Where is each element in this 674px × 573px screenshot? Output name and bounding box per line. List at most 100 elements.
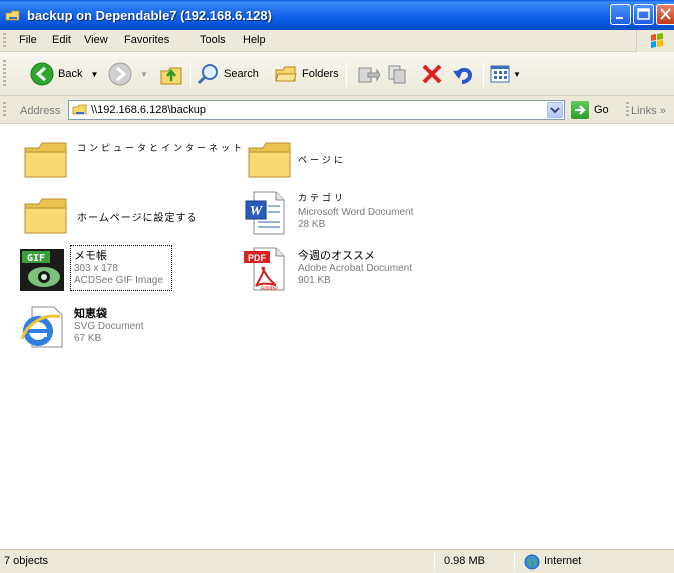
views-icon [490, 65, 510, 83]
list-item[interactable]: PDF Adobe 今週のオススメ Adobe Acrobat Document… [242, 245, 452, 297]
menu-view[interactable]: View [84, 34, 108, 46]
minimize-button[interactable] [610, 4, 631, 25]
gif-image-icon: GIF [20, 249, 64, 291]
svg-text:W: W [250, 204, 264, 219]
window-title: backup on Dependable7 (192.168.6.128) [27, 8, 272, 23]
windows-flag-icon [651, 33, 663, 48]
menu-tools[interactable]: Tools [200, 34, 226, 46]
status-bar: 7 objects 0.98 MB Internet [0, 549, 674, 573]
windows-logo [636, 30, 674, 52]
back-label: Back [58, 68, 83, 80]
close-button[interactable] [656, 4, 674, 25]
status-object-count: 7 objects [4, 555, 49, 567]
delete-icon [422, 64, 442, 84]
status-zone: Internet [544, 555, 582, 567]
title-bar[interactable]: backup on Dependable7 (192.168.6.128) [0, 0, 674, 30]
svg-text:PDF: PDF [248, 253, 267, 263]
menu-favorites[interactable]: Favorites [124, 34, 169, 46]
toolbar-separator [483, 63, 484, 87]
address-dropdown-button[interactable] [547, 102, 563, 118]
item-size: 901 KB [298, 275, 331, 286]
list-item[interactable]: 知恵袋 SVG Document 67 KB [18, 303, 228, 355]
addressbar-grip[interactable] [3, 102, 6, 118]
move-to-icon [358, 67, 380, 83]
folders-button[interactable]: Folders [274, 52, 339, 96]
item-dimensions: 303 x 178 [74, 263, 118, 274]
item-name: コンピュータとインターネット [77, 143, 246, 153]
toolbar-separator [346, 63, 347, 87]
item-type: SVG Document [74, 321, 144, 332]
item-name: メモ帳 [74, 250, 107, 262]
search-icon [197, 64, 218, 85]
undo-button[interactable] [452, 52, 476, 96]
item-size: 28 KB [298, 219, 326, 230]
status-divider [434, 553, 435, 571]
back-dropdown-arrow[interactable]: ▼ [90, 70, 98, 79]
list-item[interactable]: ページに [246, 135, 446, 185]
views-dropdown-arrow[interactable]: ▼ [513, 70, 521, 79]
back-arrow-icon [30, 62, 54, 86]
item-name: 知恵袋 [74, 308, 107, 320]
links-label[interactable]: Links » [631, 105, 666, 117]
svg-text:Adobe: Adobe [260, 286, 278, 292]
forward-arrow-icon [108, 62, 132, 86]
maximize-icon [637, 8, 650, 20]
links-grip[interactable] [626, 102, 629, 118]
item-name: ホームページに設定する [77, 213, 198, 224]
list-item[interactable]: コンピュータとインターネット [22, 135, 242, 185]
item-name: 今週のオススメ [298, 250, 375, 262]
item-size: 67 KB [74, 333, 102, 344]
item-type: Adobe Acrobat Document [298, 263, 412, 274]
folders-icon [275, 66, 297, 82]
back-button[interactable]: Back ▼ [30, 52, 98, 96]
menu-file[interactable]: File [19, 34, 37, 46]
search-button[interactable]: Search [196, 52, 259, 96]
menu-help[interactable]: Help [243, 34, 266, 46]
item-type: Microsoft Word Document [298, 207, 414, 218]
move-to-button[interactable] [356, 52, 380, 96]
close-icon [660, 8, 671, 20]
folder-icon [24, 198, 67, 234]
file-view[interactable]: コンピュータとインターネット ページに ホームページに設定する W カテゴリ M… [0, 125, 674, 549]
status-divider [514, 553, 515, 571]
list-item[interactable]: GIF メモ帳 303 x 178 ACDSee GIF Image [18, 245, 228, 297]
undo-icon [453, 67, 473, 84]
maximize-button[interactable] [633, 4, 654, 25]
toolbar-grip[interactable] [3, 60, 6, 88]
up-button[interactable] [158, 52, 184, 96]
chevron-down-icon [550, 107, 560, 114]
menubar-grip[interactable] [3, 33, 6, 49]
copy-to-button[interactable] [386, 52, 410, 96]
item-name: カテゴリ [298, 193, 347, 203]
item-type: ACDSee GIF Image [74, 275, 163, 286]
standard-toolbar: Back ▼ ▼ Search Folders ▼ [0, 52, 674, 96]
copy-to-icon [388, 65, 406, 84]
internet-explorer-icon [20, 306, 63, 348]
folder-icon [248, 142, 291, 178]
globe-icon [524, 554, 540, 570]
go-label: Go [594, 104, 609, 116]
explorer-window: backup on Dependable7 (192.168.6.128) Fi… [0, 0, 674, 573]
address-value: \\192.168.6.128\backup [91, 104, 206, 116]
menu-edit[interactable]: Edit [52, 34, 71, 46]
svg-text:GIF: GIF [27, 253, 45, 264]
minimize-icon [616, 17, 623, 19]
go-arrow-icon [571, 101, 589, 119]
forward-dropdown-arrow[interactable]: ▼ [140, 70, 148, 79]
address-input[interactable]: \\192.168.6.128\backup [68, 100, 565, 120]
item-name: ページに [298, 155, 346, 165]
toolbar-separator [190, 63, 191, 87]
forward-button[interactable]: ▼ [108, 52, 148, 96]
menu-bar: File Edit View Favorites Tools Help [0, 30, 674, 52]
go-button[interactable]: Go [571, 100, 609, 120]
network-folder-icon [72, 104, 87, 115]
folder-icon [24, 142, 67, 178]
search-label: Search [224, 68, 259, 80]
views-button[interactable]: ▼ [489, 52, 521, 96]
list-item[interactable]: ホームページに設定する [22, 191, 232, 241]
word-document-icon: W [245, 191, 285, 235]
up-folder-icon [160, 67, 182, 85]
list-item[interactable]: W カテゴリ Microsoft Word Document 28 KB [242, 189, 452, 241]
delete-button[interactable] [420, 52, 444, 96]
address-label: Address [20, 105, 61, 117]
